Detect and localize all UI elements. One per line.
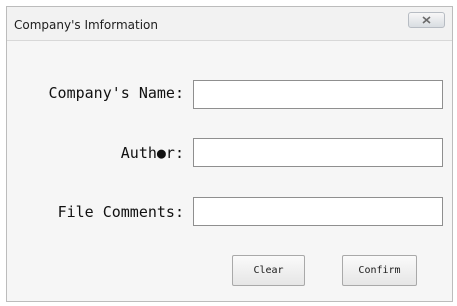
confirm-button[interactable]: Confirm bbox=[342, 255, 417, 286]
author-input[interactable] bbox=[193, 138, 443, 167]
company-name-label: Company's Name: bbox=[48, 84, 184, 102]
author-label: Auth●r: bbox=[120, 144, 184, 162]
close-icon bbox=[422, 16, 431, 24]
company-info-dialog: Company's Imformation Company's Name: Au… bbox=[6, 6, 453, 302]
window-title: Company's Imformation bbox=[14, 18, 158, 32]
file-comments-label: File Comments: bbox=[57, 203, 184, 221]
title-bar[interactable]: Company's Imformation bbox=[7, 7, 452, 41]
clear-button[interactable]: Clear bbox=[232, 255, 305, 286]
company-name-input[interactable] bbox=[193, 80, 443, 109]
file-comments-input[interactable] bbox=[193, 197, 443, 226]
close-button[interactable] bbox=[408, 12, 445, 28]
